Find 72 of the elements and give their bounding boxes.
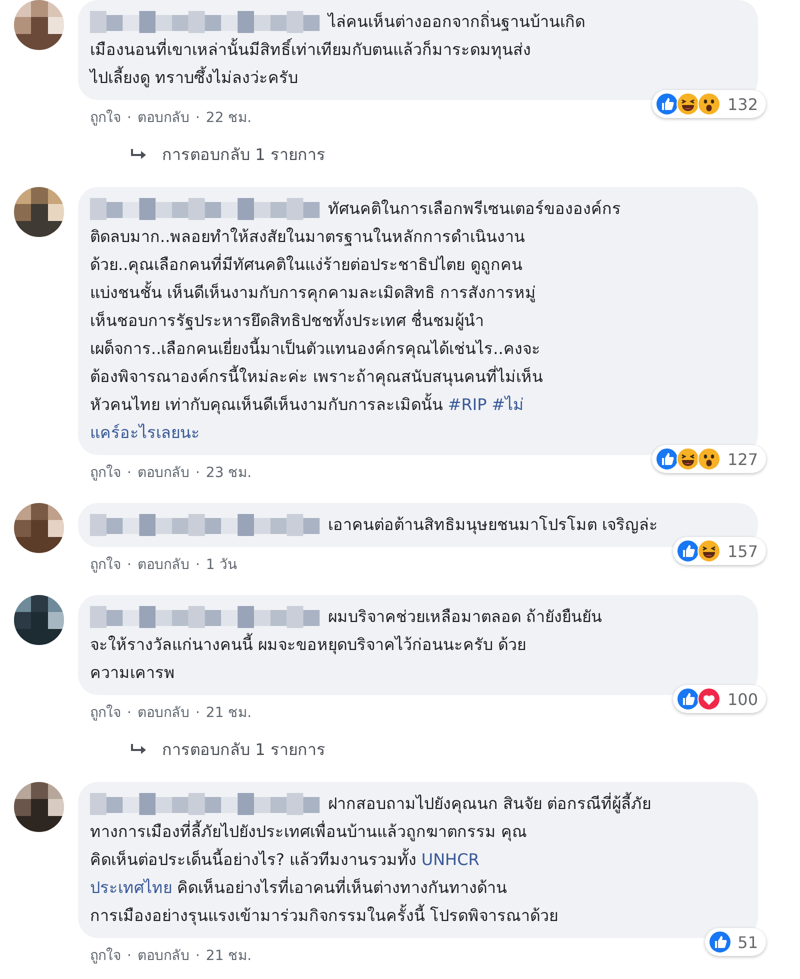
comment-text: ไปเลี้ยงดู ทราบซึ้งไม่ลงว่ะครับ — [90, 65, 298, 90]
comment-text: ติดลบมาก..พลอยทำให้สงสัยในมาตรฐานในหลักการดำเนินงาน — [90, 226, 526, 248]
comment-time: 21 ชม. — [206, 947, 252, 966]
reply-link[interactable]: ตอบกลับ — [137, 463, 190, 483]
separator-dot: · — [195, 704, 200, 723]
reaction-summary[interactable]: 132 — [652, 90, 766, 118]
hashtag-link[interactable]: แคร์อะไรเลยนะ — [90, 419, 200, 447]
reaction-count: 100 — [727, 690, 758, 708]
comment-text: เห็นชอบการรัฐประหารยึดสิทธิปชชทั้งประเทศ ชื่นชมผู้นำ — [90, 308, 484, 332]
reply-link[interactable]: ตอบกลับ — [137, 946, 190, 966]
comment-text: เผด็จการ..เลือกคนเยี่ยงนี้มาเป็นตัวแทนองค์กรคุณได้เช่นไร..คงจะ — [90, 336, 540, 360]
like-link[interactable]: ถูกใจ — [90, 946, 121, 966]
comment-text: ฝากสอบถามไปยังคุณนก สินจัย ต่อกรณีที่ผู้ลี้ภัย — [328, 791, 652, 816]
reply-link[interactable]: ตอบกลับ — [137, 555, 190, 575]
reaction-count: 51 — [738, 932, 758, 952]
separator-dot: · — [195, 464, 200, 483]
laughing-emoji-icon — [676, 92, 700, 116]
view-replies-link[interactable]: การตอบกลับ 1 รายการ — [162, 142, 326, 167]
separator-dot: · — [127, 556, 132, 575]
thumbs-up-icon — [676, 539, 700, 563]
comment-text: ทัศนคติในการเลือกพรีเซนเตอร์ขององค์กร — [328, 198, 621, 220]
comment-time: 23 ชม. — [206, 464, 252, 483]
like-link[interactable]: ถูกใจ — [90, 555, 121, 575]
separator-dot: · — [195, 947, 200, 966]
hashtag-link[interactable]: #ไม่ — [492, 391, 524, 419]
comment-text: ด้วย..คุณเลือกคนที่มีทัศนคติในแง่ร้ายต่อประชาธิปไตย ดูถูกคน — [90, 252, 522, 276]
reaction-summary[interactable]: 100 — [673, 685, 766, 713]
reaction-summary[interactable]: 127 — [652, 445, 766, 473]
comment-time: 22 ชม. — [206, 109, 252, 128]
reaction-summary[interactable]: 51 — [704, 928, 766, 956]
comment-text: การเมืองอย่างรุนแรงเข้ามาร่วมกิจกรรมในครั้งนี้ โปรดพิจารณาด้วย — [90, 903, 558, 928]
view-replies-link[interactable]: การตอบกลับ 1 รายการ — [162, 737, 326, 762]
thumbs-up-icon — [708, 930, 732, 954]
surprised-emoji-icon — [697, 92, 722, 116]
comment-text: คิดเห็นอย่างไรที่เอาคนที่เห็นต่างทางกันทางด้าน — [176, 876, 507, 899]
separator-dot: · — [127, 704, 132, 723]
comment-text: ผมบริจาคช่วยเหลือมาตลอด ถ้ายังยืนยัน — [328, 606, 602, 628]
reaction-count: 132 — [727, 94, 758, 114]
comment-text: แบ่งชนชั้น เห็นดีเห็นงามกับการคุกคามละเมิดสิทธิ การสังการหมู่ — [90, 280, 536, 304]
comment-text: จะให้รางวัลแก่นางคนนี้ ผมจะขอหยุดบริจาคไว้ก่อนนะครับ ด้วย — [90, 632, 526, 656]
comment-text: คิดเห็นต่อประเด็นนี้อย่างไร? แล้วทีมงานรวมทั้ง — [90, 847, 417, 871]
hashtag-link[interactable]: ประเทศไทย — [90, 874, 172, 902]
hashtag-link[interactable]: UNHCR — [421, 846, 480, 874]
thumbs-up-icon — [676, 687, 700, 711]
reaction-count: 127 — [727, 450, 758, 468]
comment-text: ทางการเมืองที่ลี้ภัยไปยังประเทศเพื่อนบ้านแล้วถูกฆาตกรรม คุณ — [90, 819, 528, 844]
comment-text: เมืองนอนที่เขาเหล่านั้นมีสิทธิ์เท่าเทียมกับตนแล้วก็มาระดมทุนส่ง — [90, 37, 531, 62]
reaction-summary[interactable]: 157 — [673, 537, 766, 565]
thumbs-up-icon — [655, 447, 680, 471]
thumbs-up-icon — [655, 92, 680, 116]
separator-dot: · — [127, 464, 132, 483]
reply-link[interactable]: ตอบกลับ — [137, 108, 190, 128]
comment-text: หัวคนไทย เท่ากับคุณเห็นดีเห็นงามกับการละเมิดนั้น — [90, 392, 444, 416]
comment-text: ต้องพิจารณาองค์กรนี้ใหม่ละค่ะ เพราะถ้าคุณสนับสนุนคนที่ไม่เห็น — [90, 364, 544, 388]
laughing-emoji-icon — [697, 539, 722, 563]
separator-dot: · — [127, 109, 132, 128]
comment-time: 21 ชม. — [206, 704, 252, 723]
separator-dot: · — [195, 109, 200, 128]
laughing-emoji-icon — [676, 447, 700, 471]
separator-dot: · — [127, 947, 132, 966]
comment-text: เอาคนต่อต้านสิทธิมนุษยชนมาโปรโมต เจริญล่ะ — [328, 514, 658, 536]
comment-time: 1 วัน — [206, 556, 238, 575]
hashtag-link[interactable]: #RIP — [448, 391, 487, 419]
comment-text: ไล่คนเห็นต่างออกจากถิ่นฐานบ้านเกิด — [328, 10, 585, 33]
comment-text: ความเคารพ — [90, 662, 175, 684]
separator-dot: · — [195, 556, 200, 575]
like-link[interactable]: ถูกใจ — [90, 463, 121, 483]
surprised-emoji-icon — [697, 447, 722, 471]
reaction-count: 157 — [727, 542, 758, 560]
reply-link[interactable]: ตอบกลับ — [137, 703, 190, 723]
like-link[interactable]: ถูกใจ — [90, 108, 121, 128]
like-link[interactable]: ถูกใจ — [90, 703, 121, 723]
